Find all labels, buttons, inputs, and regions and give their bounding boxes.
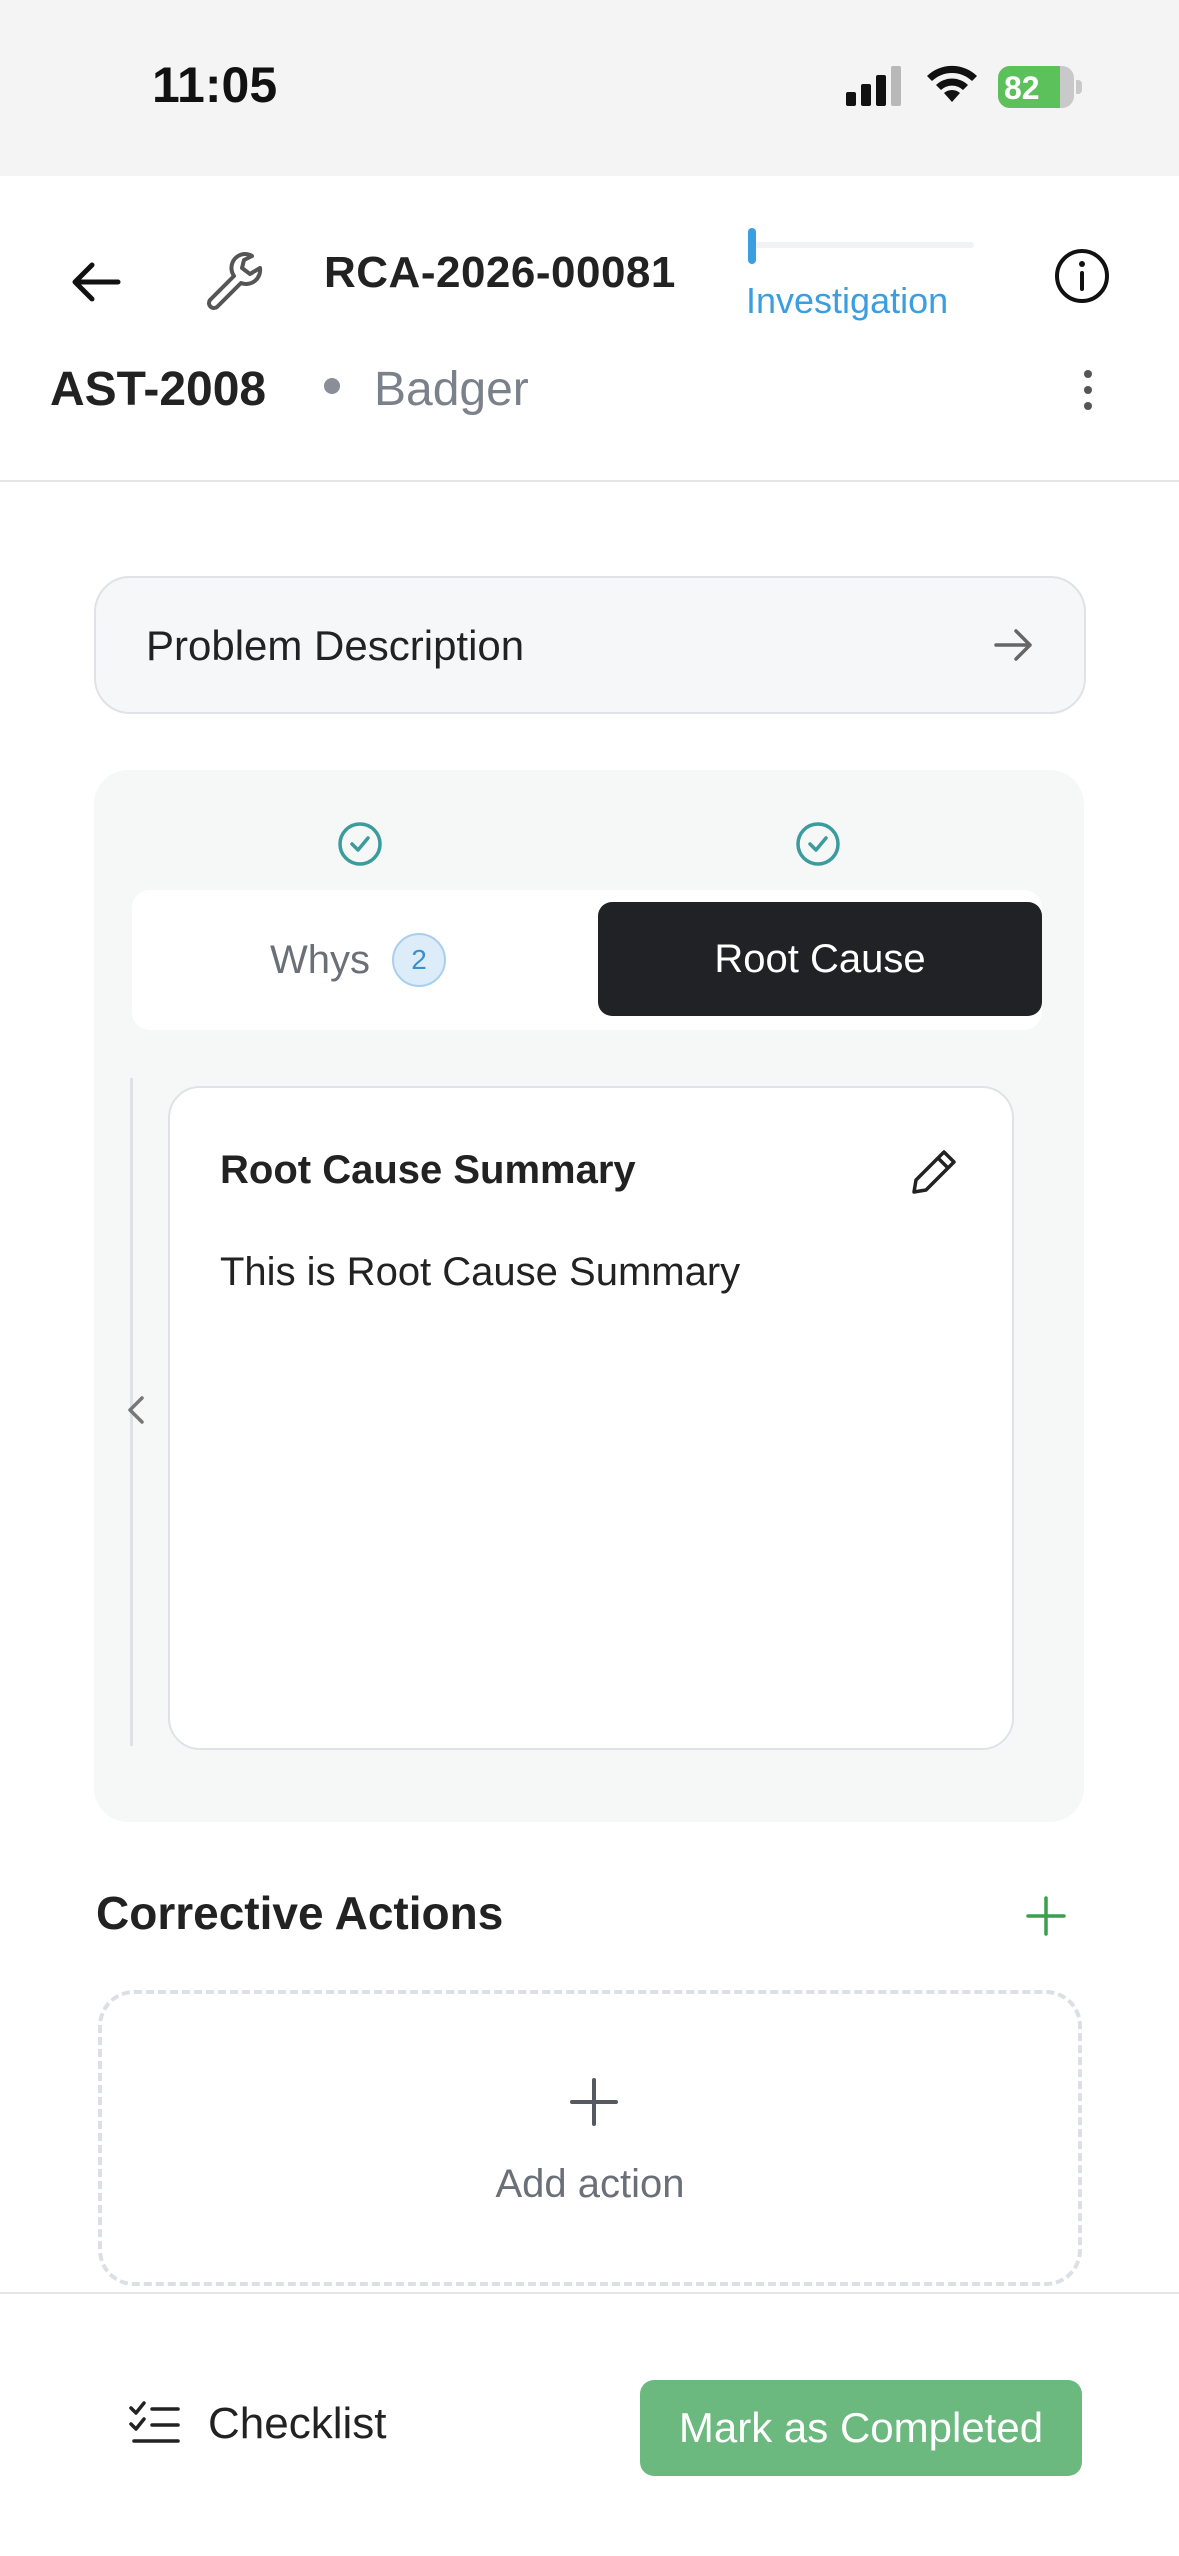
root-cause-summary-title: Root Cause Summary: [220, 1148, 636, 1192]
stage-progress: [748, 228, 974, 264]
asset-name: Badger: [374, 363, 529, 416]
check-circle-icon: [796, 822, 840, 866]
plus-icon[interactable]: [1022, 1892, 1070, 1940]
wifi-icon: [927, 65, 977, 102]
tab-whys-label: Whys: [270, 937, 370, 982]
root-cause-summary-text: This is Root Cause Summary: [220, 1250, 741, 1294]
status-time: 11:05: [152, 57, 278, 113]
corrective-actions-title: Corrective Actions: [96, 1887, 504, 1939]
mark-as-completed-button[interactable]: Mark as Completed: [640, 2380, 1082, 2476]
battery-indicator: 82: [998, 66, 1082, 108]
add-action-button[interactable]: Add action: [98, 1990, 1082, 2286]
check-circle-icon: [338, 822, 382, 866]
bottom-action-bar: Checklist Mark as Completed: [0, 2292, 1179, 2556]
mark-as-completed-label: Mark as Completed: [678, 2404, 1044, 2451]
cellular-signal-icon: [846, 66, 901, 106]
separator-dot: [324, 378, 340, 394]
info-circle-icon[interactable]: [1052, 246, 1112, 306]
rca-panel: Whys 2 Root Cause Root Cause Summary Thi…: [94, 770, 1084, 1822]
rca-id: RCA-2026-00081: [324, 248, 676, 297]
wrench-icon: [207, 251, 263, 310]
stage-label[interactable]: Investigation: [746, 280, 948, 322]
add-action-label: Add action: [495, 2162, 685, 2206]
tab-whys[interactable]: Whys 2: [132, 890, 584, 1030]
arrow-left-icon[interactable]: [64, 250, 128, 314]
checklist-icon: [129, 2401, 180, 2443]
pencil-icon[interactable]: [906, 1144, 962, 1200]
tab-root-cause-label: Root Cause: [714, 936, 926, 981]
chevron-left-icon[interactable]: [122, 1390, 150, 1430]
whys-count-badge: 2: [392, 933, 446, 987]
top-header: RCA-2026-00081 Investigation AST-2008 Ba…: [0, 176, 1179, 482]
checklist-label: Checklist: [208, 2399, 387, 2448]
stage-progress-fill: [748, 228, 756, 264]
problem-description-button[interactable]: Problem Description: [94, 576, 1086, 714]
tab-root-cause[interactable]: Root Cause: [598, 902, 1042, 1016]
asset-code: AST-2008: [50, 363, 267, 416]
more-vertical-icon[interactable]: [1078, 364, 1098, 424]
status-bar: 11:05 82: [0, 0, 1179, 176]
arrow-right-icon: [994, 629, 1032, 661]
problem-description-label: Problem Description: [146, 622, 525, 669]
checklist-button[interactable]: Checklist: [128, 2394, 387, 2454]
plus-icon: [570, 2078, 618, 2126]
battery-percent: 82: [1004, 70, 1040, 106]
rca-tabs: Whys 2 Root Cause: [132, 890, 1042, 1030]
root-cause-summary-card: Root Cause Summary This is Root Cause Su…: [168, 1086, 1014, 1750]
